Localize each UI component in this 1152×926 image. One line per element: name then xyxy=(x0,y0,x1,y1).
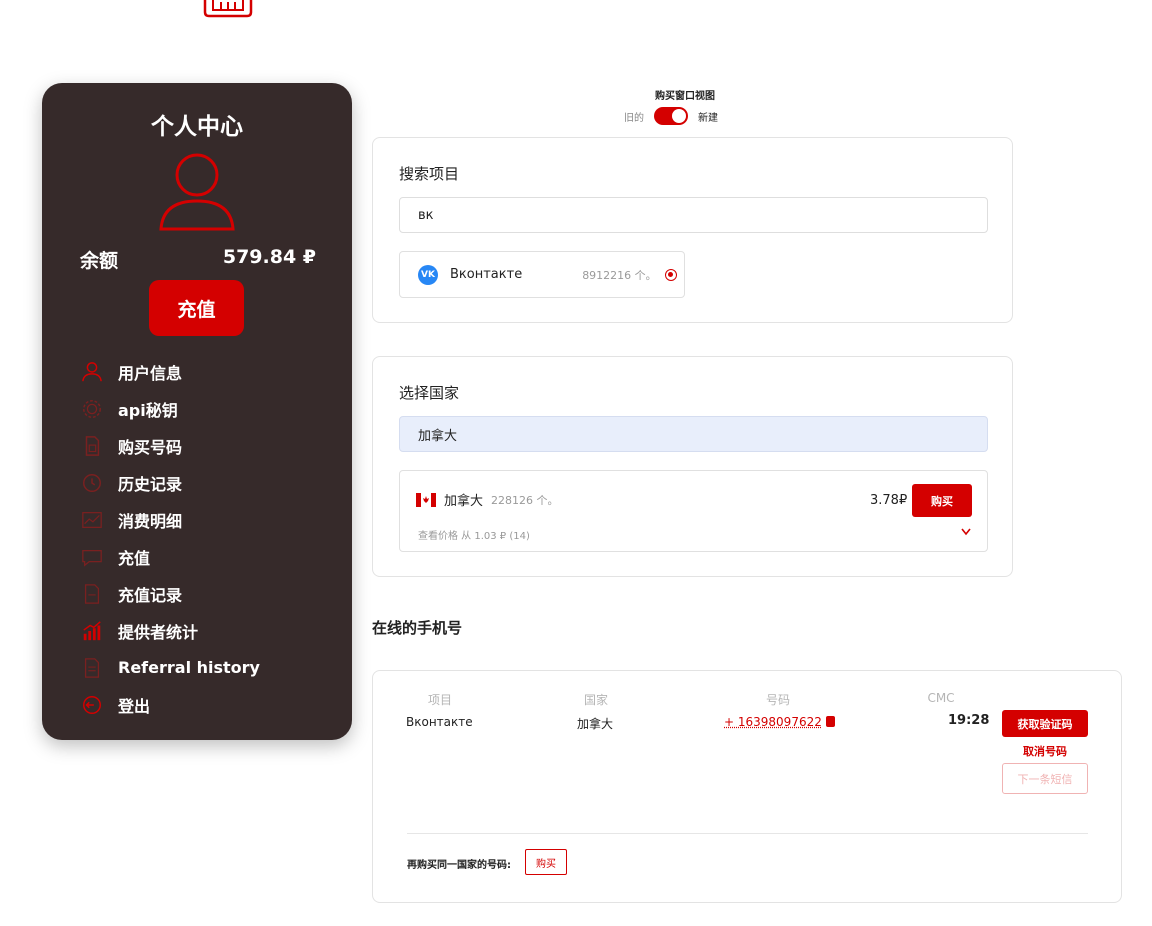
sidebar-item-label: 充值 xyxy=(118,548,151,568)
user-icon xyxy=(80,360,104,384)
online-heading: 在线的手机号 xyxy=(372,619,463,637)
view-toggle: 旧的 新建 xyxy=(624,107,718,125)
service-result-item[interactable]: VK Вконтакте 8912216 个。 xyxy=(399,251,685,298)
phone-number-link[interactable]: + 16398097622 xyxy=(724,715,822,729)
country-card: 选择国家 加拿大 加拿大 228126 个。 3.78₽ 购买 查看价格 从 1… xyxy=(372,356,1013,577)
row-service: Вконтакте xyxy=(406,715,473,729)
document-icon xyxy=(80,656,104,680)
sidebar-item-label: 消费明细 xyxy=(118,511,183,531)
sidebar-item-buy-number[interactable]: 购买号码 xyxy=(80,427,340,464)
col-header-service: 项目 xyxy=(427,693,452,707)
rebuy-button[interactable]: 购买 xyxy=(525,849,567,875)
col-header-number: 号码 xyxy=(765,693,790,707)
sidebar-item-logout[interactable]: 登出 xyxy=(80,686,340,723)
sidebar-item-expenses[interactable]: 消费明细 xyxy=(80,501,340,538)
history-icon xyxy=(80,471,104,495)
row-country: 加拿大 xyxy=(577,717,614,731)
sidebar-item-user-info[interactable]: 用户信息 xyxy=(80,353,340,390)
buy-button[interactable]: 购买 xyxy=(912,484,972,517)
sidebar-item-api-key[interactable]: api秘钥 xyxy=(80,390,340,427)
country-heading: 选择国家 xyxy=(399,384,460,402)
sidebar-item-label: Referral history xyxy=(118,658,260,677)
copy-icon[interactable] xyxy=(825,716,835,727)
next-sms-button[interactable]: 下一条短信 xyxy=(1002,763,1088,794)
search-heading: 搜索项目 xyxy=(399,165,460,183)
col-header-country: 国家 xyxy=(583,693,608,707)
api-icon xyxy=(80,397,104,421)
sidebar-item-label: 历史记录 xyxy=(118,474,183,494)
service-radio[interactable] xyxy=(664,268,677,281)
stats-icon xyxy=(80,619,104,643)
rebuy-label: 再购买同一国家的号码: xyxy=(407,860,511,871)
sidebar: 个人中心 余额 579.84 ₽ 充值 用户信息 api秘钥 购买号码 历史记录… xyxy=(42,83,352,740)
service-name: Вконтакте xyxy=(450,267,523,282)
logout-icon xyxy=(80,693,104,717)
recharge-button[interactable]: 充值 xyxy=(149,280,244,336)
cancel-number-link[interactable]: 取消号码 xyxy=(1002,743,1088,759)
row-sms: 19:28 xyxy=(948,713,990,728)
get-code-button[interactable]: 获取验证码 xyxy=(1002,710,1088,737)
online-numbers-card: 项目 国家 号码 СМС Вконтакте 加拿大 + 16398097622… xyxy=(372,670,1122,903)
chart-icon xyxy=(80,508,104,532)
divider xyxy=(407,833,1088,834)
canada-flag-icon xyxy=(416,492,436,507)
sidebar-item-recharge-history[interactable]: 充值记录 xyxy=(80,575,340,612)
view-switch[interactable] xyxy=(654,107,688,125)
service-count: 8912216 个。 xyxy=(582,268,657,282)
search-input[interactable]: вк xyxy=(399,197,988,233)
view-new-label: 新建 xyxy=(698,112,718,124)
sidebar-item-referral-history[interactable]: Referral history xyxy=(80,649,340,686)
sidebar-item-label: 用户信息 xyxy=(118,363,183,383)
sidebar-item-provider-stats[interactable]: 提供者统计 xyxy=(80,612,340,649)
view-old-label: 旧的 xyxy=(624,112,644,124)
sidebar-item-label: 充值记录 xyxy=(118,585,183,605)
receipt-icon xyxy=(80,582,104,606)
country-count: 228126 个。 xyxy=(491,493,559,507)
country-price: 3.78₽ xyxy=(870,493,908,508)
col-header-sms: СМС xyxy=(927,691,955,705)
sidebar-menu: 用户信息 api秘钥 购买号码 历史记录 消费明细 充值 充值记录 提供者统计 … xyxy=(80,353,340,723)
search-card: 搜索项目 вк VK Вконтакте 8912216 个。 xyxy=(372,137,1013,323)
wallet-icon xyxy=(80,545,104,569)
avatar-icon xyxy=(159,153,235,231)
sidebar-item-label: 购买号码 xyxy=(118,437,183,457)
balance-row: 余额 579.84 ₽ xyxy=(80,246,316,273)
chevron-down-icon[interactable] xyxy=(960,527,972,537)
logo-icon xyxy=(203,0,253,18)
page: 个人中心 余额 579.84 ₽ 充值 用户信息 api秘钥 购买号码 历史记录… xyxy=(0,0,1152,926)
sim-card-icon xyxy=(80,434,104,458)
country-result-item[interactable]: 加拿大 228126 个。 3.78₽ 购买 查看价格 从 1.03 ₽ (14… xyxy=(399,470,988,552)
switch-knob xyxy=(672,109,686,123)
view-title: 购买窗口视图 xyxy=(655,91,715,102)
country-row: 加拿大 228126 个。 xyxy=(416,490,559,509)
country-name: 加拿大 xyxy=(444,494,484,509)
sidebar-item-label: 登出 xyxy=(118,696,151,716)
balance-value: 579.84 ₽ xyxy=(222,246,316,268)
row-number: + 16398097622 xyxy=(724,715,835,729)
sidebar-item-label: api秘钥 xyxy=(118,400,178,420)
sidebar-item-label: 提供者统计 xyxy=(118,622,199,642)
sidebar-item-recharge[interactable]: 充值 xyxy=(80,538,340,575)
sidebar-item-history[interactable]: 历史记录 xyxy=(80,464,340,501)
country-input[interactable]: 加拿大 xyxy=(399,416,988,452)
price-hint: 查看价格 从 1.03 ₽ (14) xyxy=(418,531,530,542)
sidebar-title: 个人中心 xyxy=(151,114,243,140)
vk-logo: VK xyxy=(418,264,438,285)
balance-label: 余额 xyxy=(80,250,119,272)
